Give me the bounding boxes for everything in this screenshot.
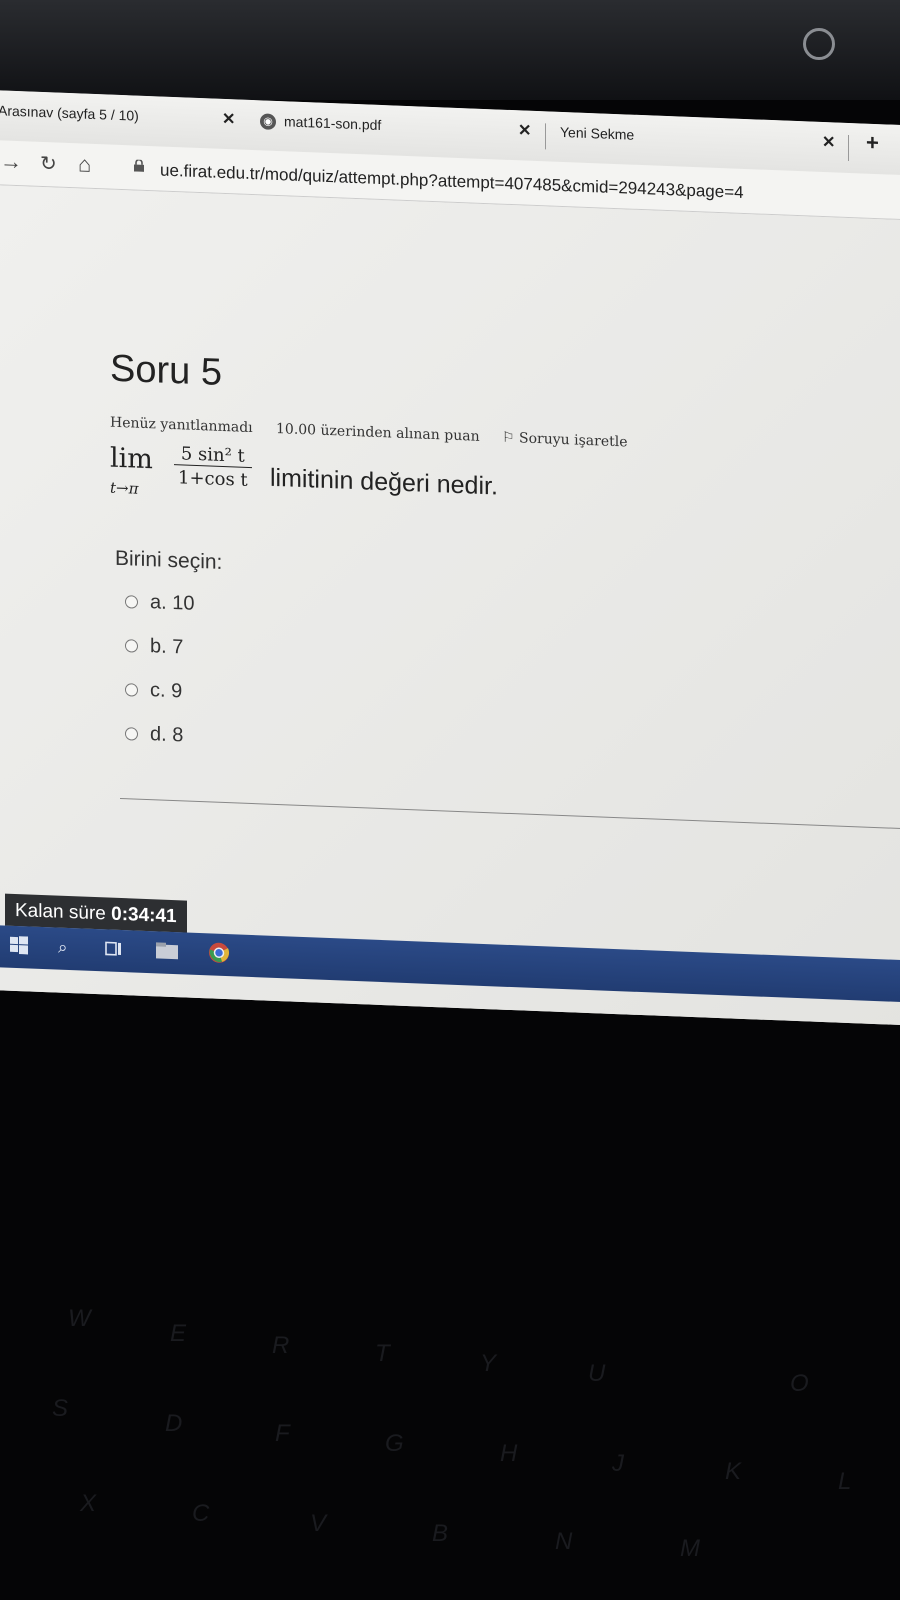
answer-status: Henüz yanıtlanmadı [110, 414, 253, 437]
option-c[interactable]: c. 9 [125, 678, 182, 703]
key-h: H [500, 1440, 518, 1467]
flag-question-label: Soruyu işaretle [519, 430, 628, 451]
globe-icon: ◉ [260, 113, 276, 131]
question-title: Soru 5 [110, 347, 222, 394]
key-u: U [588, 1360, 606, 1387]
key-s: S [52, 1395, 69, 1422]
timer-label: Kalan süre [15, 899, 106, 925]
formula-numerator: 5 sin² t [174, 443, 252, 469]
key-d: D [165, 1410, 183, 1437]
key-v: V [310, 1510, 327, 1537]
key-c: C [192, 1500, 210, 1527]
key-l: L [838, 1468, 852, 1495]
search-icon[interactable]: ⌕ [58, 938, 76, 957]
tab-new-close-icon[interactable]: ✕ [822, 132, 835, 153]
key-f: F [275, 1420, 290, 1447]
key-r: R [272, 1332, 290, 1359]
key-b: B [432, 1520, 449, 1547]
screen-bezel [0, 0, 900, 100]
laptop-screen: Arasınav (sayfa 5 / 10) ✕ ◉ mat161-son.pd… [0, 90, 900, 1026]
tab-separator [545, 123, 546, 150]
key-x: X [80, 1490, 97, 1517]
windows-taskbar: ⌕ [0, 925, 900, 1003]
option-a[interactable]: a. 10 [125, 590, 194, 616]
key-k: K [725, 1458, 742, 1485]
option-b[interactable]: b. 7 [125, 634, 183, 659]
webcam-ring [803, 28, 835, 60]
question-points: 10.00 üzerinden alınan puan [276, 420, 480, 445]
option-b-label: b. 7 [150, 635, 184, 659]
file-explorer-icon[interactable] [155, 941, 179, 960]
formula-lim: lim [110, 442, 153, 476]
choose-one-label: Birini seçin: [115, 546, 223, 574]
tab-pdf-close-icon[interactable]: ✕ [518, 120, 531, 141]
key-o: O [790, 1370, 809, 1397]
key-y: Y [480, 1350, 497, 1377]
tab-new-label: Yeni Sekme [560, 123, 635, 143]
formula-denominator: 1+cos t [178, 467, 248, 491]
option-d-label: d. 8 [150, 723, 184, 747]
option-c-label: c. 9 [150, 679, 183, 703]
radio-button[interactable] [125, 683, 138, 697]
radio-button[interactable] [125, 595, 138, 609]
key-e: E [170, 1320, 187, 1347]
flag-icon: ⚐ [502, 429, 515, 447]
key-n: N [555, 1528, 573, 1555]
divider [120, 797, 900, 830]
tab-quiz-label: Arasınav (sayfa 5 / 10) [0, 102, 139, 124]
key-m: M [680, 1535, 700, 1562]
key-w: W [68, 1305, 91, 1332]
timer-value: 0:34:41 [111, 903, 177, 928]
tab-quiz[interactable]: Arasınav (sayfa 5 / 10) [0, 102, 139, 123]
key-g: G [385, 1430, 404, 1457]
tab-quiz-close-icon[interactable]: ✕ [222, 109, 235, 130]
windows-start-icon[interactable] [10, 936, 28, 955]
option-d[interactable]: d. 8 [125, 722, 183, 747]
keyboard: W E R T Y U O S D F G H J K L X C V B N … [0, 1010, 900, 1600]
chrome-icon[interactable] [208, 941, 230, 964]
radio-button[interactable] [125, 727, 138, 741]
key-t: T [375, 1340, 390, 1367]
formula-fraction: 5 sin² t 1+cos t [174, 443, 252, 491]
page-content: Soru 5 Henüz yanıtlanmadı 10.00 üzerinde… [0, 185, 900, 1026]
formula-limit-subscript: t→π [110, 478, 139, 498]
tab-separator [848, 134, 849, 161]
key-j: J [612, 1450, 624, 1477]
tab-new[interactable]: Yeni Sekme [560, 124, 634, 143]
tab-pdf-label: mat161-son.pdf [284, 113, 382, 134]
task-view-icon[interactable] [105, 939, 123, 958]
question-text: limitinin değeri nedir. [270, 463, 498, 501]
reload-icon[interactable]: ↻ [40, 151, 57, 177]
tab-pdf[interactable]: ◉ mat161-son.pdf [260, 112, 381, 134]
new-tab-plus-icon[interactable]: + [866, 130, 879, 156]
lock-icon [134, 159, 144, 172]
home-icon[interactable]: ⌂ [78, 151, 91, 178]
radio-button[interactable] [125, 639, 138, 653]
option-a-label: a. 10 [150, 591, 195, 615]
flag-question-link[interactable]: ⚐ Soruyu işaretle [502, 430, 628, 451]
forward-arrow-icon[interactable]: → [0, 148, 22, 175]
